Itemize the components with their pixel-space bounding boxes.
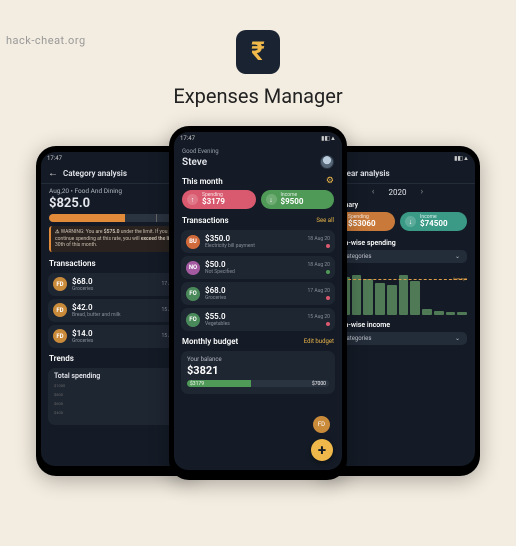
transaction-row[interactable]: FO $55.0Vegetables 15 Aug 20	[181, 308, 335, 331]
transactions-label: Transactions	[182, 216, 229, 225]
chart-bar	[410, 281, 420, 315]
budget-label: Monthly budget	[182, 337, 238, 346]
transaction-row[interactable]: FO $68.0Groceries 17 Aug 20	[181, 282, 335, 305]
limit-tick	[156, 214, 157, 222]
year-value: 2020	[389, 188, 407, 197]
category-dropdown[interactable]: All categories⌄	[328, 250, 467, 263]
transaction-row[interactable]: NO $50.0Not Specified 18 Aug 20	[181, 256, 335, 279]
chevron-down-icon: ⌄	[455, 253, 460, 260]
month-pills: ↑ Spending$3179 ↓ Income$9500	[174, 188, 342, 213]
trends-card: Total spending $1000 $800 $600 $400	[48, 368, 189, 425]
transaction-row[interactable]: FD $68.0Groceries 17 Aug 20	[48, 273, 189, 296]
chart-bar	[434, 311, 444, 315]
header: Good Evening Steve	[174, 145, 342, 173]
balance-label: Your balance	[187, 356, 329, 363]
warning-text: ⚠ WARNING: You are $575.0 under the limi…	[55, 229, 184, 249]
phone-center: 17:47 ▮◧▲ Good Evening Steve This month ⚙…	[169, 126, 347, 480]
budget-header: Monthly budget Edit budget	[174, 334, 342, 348]
type-dot	[326, 296, 330, 300]
chart-bar	[446, 312, 456, 315]
rupee-icon: ₹	[251, 37, 265, 67]
status-icons: ▮◧▲	[321, 135, 336, 142]
edit-budget-link[interactable]: Edit budget	[304, 338, 334, 345]
income-pill[interactable]: ↓ Income$9500	[261, 190, 335, 209]
spending-pill[interactable]: ↑ Spending$3179	[182, 190, 256, 209]
chart-bar	[387, 285, 397, 315]
category-dropdown-2[interactable]: All categories⌄	[328, 332, 467, 345]
category-icon: FD	[53, 329, 67, 343]
app-logo: ₹	[236, 30, 280, 74]
category-icon: FD	[53, 303, 67, 317]
plus-icon: +	[318, 441, 326, 459]
trends-label: Trends	[49, 354, 74, 363]
chart-bar	[375, 283, 385, 315]
category-icon: FO	[186, 287, 200, 301]
limit-bar	[49, 214, 188, 222]
y-tick: $800	[54, 392, 63, 397]
average-line	[328, 279, 467, 280]
chart-bar	[399, 275, 409, 315]
chart-bar	[352, 275, 362, 315]
app-title: Expenses Manager	[0, 84, 516, 108]
budget-total: $7000	[312, 381, 326, 387]
chart-bar	[457, 312, 467, 315]
type-dot	[326, 322, 330, 326]
type-dot	[326, 244, 330, 248]
avatar[interactable]	[320, 155, 334, 169]
screen-title: Year analysis	[342, 169, 390, 178]
transactions-label: Transactions	[49, 259, 96, 268]
gear-icon[interactable]: ⚙	[326, 176, 334, 186]
watermark: hack-cheat.org	[6, 34, 86, 47]
prev-year-icon[interactable]: ‹	[372, 187, 375, 197]
category-icon: FO	[186, 313, 200, 327]
greeting: Good Evening	[182, 148, 334, 155]
transaction-row[interactable]: FD $14.0Groceries 15 Aug 20	[48, 325, 189, 348]
this-month-header: This month ⚙	[174, 173, 342, 188]
y-tick: $1000	[54, 383, 65, 388]
type-dot	[326, 270, 330, 274]
category-icon: FD	[53, 277, 67, 291]
income-pill[interactable]: ↓ Income$74500	[400, 212, 467, 231]
chart-bar	[363, 279, 373, 315]
category-icon: NO	[186, 261, 200, 275]
y-tick: $400	[54, 410, 63, 415]
username: Steve	[182, 157, 207, 168]
phones-stage: 17:47▮◧▲ ← Category analysis Aug,20 • Fo…	[0, 126, 516, 486]
this-month-label: This month	[182, 177, 223, 186]
trends-subtitle: Total spending	[54, 372, 183, 380]
balance-value: $3821	[187, 364, 329, 377]
arrow-up-icon: ↑	[187, 194, 198, 205]
arrow-down-icon: ↓	[405, 216, 416, 227]
screen-home: 17:47 ▮◧▲ Good Evening Steve This month ⚙…	[174, 132, 342, 470]
trend-chart: $1000 $800 $600 $400	[54, 383, 183, 421]
transactions-header: Transactions See all	[174, 213, 342, 227]
status-time: 17:47	[180, 135, 195, 142]
average-label: Average	[453, 276, 467, 281]
transaction-row[interactable]: FD $42.0Bread, butter and milk 15 Aug 20	[48, 299, 189, 322]
fab-category[interactable]: FD	[313, 416, 330, 433]
y-tick: $600	[54, 401, 63, 406]
status-time: 17:47	[47, 155, 62, 162]
back-icon[interactable]: ←	[48, 168, 58, 179]
status-icons: ▮◧▲	[454, 155, 469, 162]
chevron-down-icon: ⌄	[455, 335, 460, 342]
category-icon: BU	[186, 235, 200, 249]
statusbar: 17:47 ▮◧▲	[174, 132, 342, 145]
spending-chart: Average	[328, 265, 467, 315]
budget-card: Your balance $3821 $3179 $7000	[181, 351, 335, 394]
warning-card: ⚠ WARNING: You are $575.0 under the limi…	[49, 226, 188, 252]
add-button[interactable]: +	[311, 439, 333, 461]
screen-title: Category analysis	[63, 169, 127, 178]
budget-spent: $3179	[190, 381, 204, 387]
see-all-link[interactable]: See all	[316, 217, 334, 224]
chart-bar	[422, 309, 432, 315]
next-year-icon[interactable]: ›	[420, 187, 423, 197]
transaction-row[interactable]: BU $350.0Electricity bill payment 18 Aug…	[181, 230, 335, 253]
arrow-down-icon: ↓	[266, 194, 277, 205]
limit-fill	[49, 214, 125, 222]
budget-bar: $3179 $7000	[187, 380, 329, 387]
